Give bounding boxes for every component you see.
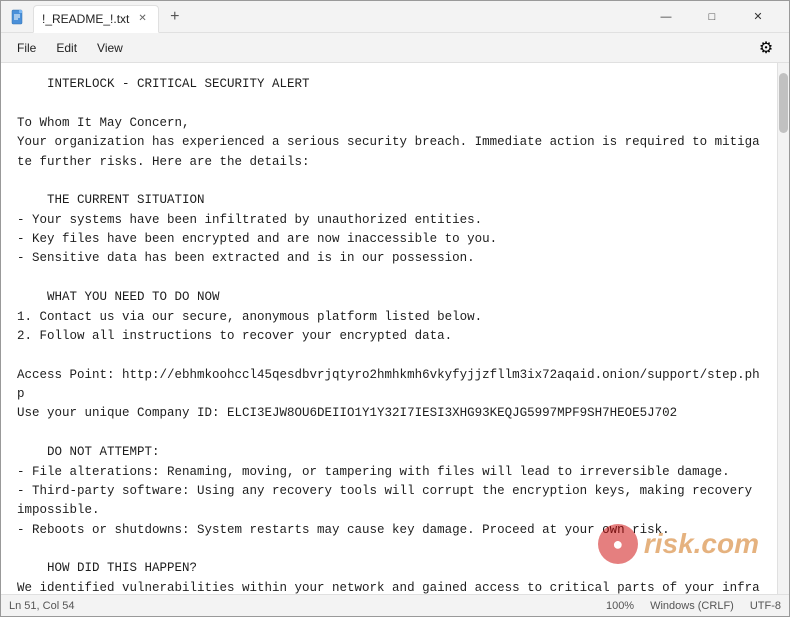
scrollbar[interactable] bbox=[777, 63, 789, 594]
menu-edit[interactable]: Edit bbox=[48, 37, 85, 59]
editor-container: INTERLOCK - CRITICAL SECURITY ALERT To W… bbox=[1, 63, 789, 594]
menu-bar: File Edit View ⚙ bbox=[1, 33, 789, 63]
scrollbar-thumb[interactable] bbox=[779, 73, 788, 133]
minimize-button[interactable]: — bbox=[643, 1, 689, 33]
zoom-level: 100% bbox=[606, 600, 634, 612]
menu-view[interactable]: View bbox=[89, 37, 131, 59]
settings-icon: ⚙ bbox=[759, 38, 773, 58]
app-icon bbox=[9, 8, 27, 26]
new-tab-button[interactable]: + bbox=[163, 5, 187, 29]
tab-label: !_README_!.txt bbox=[42, 12, 129, 26]
encoding: UTF-8 bbox=[750, 600, 781, 612]
active-tab[interactable]: !_README_!.txt ✕ bbox=[33, 5, 159, 33]
status-bar: Ln 51, Col 54 100% Windows (CRLF) UTF-8 bbox=[1, 594, 789, 616]
line-ending: Windows (CRLF) bbox=[650, 600, 734, 612]
tab-close-button[interactable]: ✕ bbox=[135, 12, 149, 25]
cursor-position: Ln 51, Col 54 bbox=[9, 600, 74, 612]
main-window: !_README_!.txt ✕ + — □ ✕ File Edit View … bbox=[0, 0, 790, 617]
close-button[interactable]: ✕ bbox=[735, 1, 781, 33]
window-controls: — □ ✕ bbox=[643, 1, 781, 33]
editor-content[interactable]: INTERLOCK - CRITICAL SECURITY ALERT To W… bbox=[1, 63, 777, 594]
menu-file[interactable]: File bbox=[9, 37, 44, 59]
title-bar: !_README_!.txt ✕ + — □ ✕ bbox=[1, 1, 789, 33]
maximize-button[interactable]: □ bbox=[689, 1, 735, 33]
settings-button[interactable]: ⚙ bbox=[751, 35, 781, 61]
